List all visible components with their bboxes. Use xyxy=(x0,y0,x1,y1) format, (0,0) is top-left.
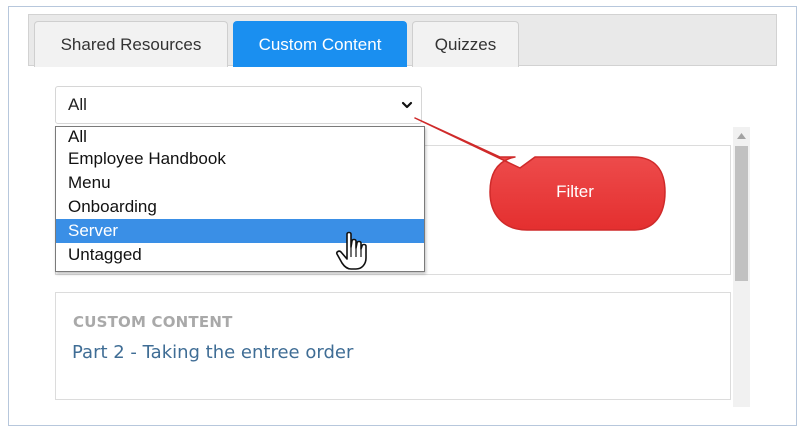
option-onboarding[interactable]: Onboarding xyxy=(56,195,424,219)
card-title-link[interactable]: Part 2 - Taking the entree order xyxy=(72,342,353,363)
filter-select-value: All xyxy=(68,95,87,114)
option-all[interactable]: All xyxy=(56,127,424,147)
option-employee-handbook[interactable]: Employee Handbook xyxy=(56,147,424,171)
content-card-2[interactable]: CUSTOM CONTENT Part 2 - Taking the entre… xyxy=(55,292,731,400)
option-menu[interactable]: Menu xyxy=(56,171,424,195)
filter-callout xyxy=(414,117,666,231)
callout-label: Filter xyxy=(556,182,594,201)
scroll-up-arrow-icon[interactable] xyxy=(733,127,750,144)
tab-custom-content[interactable]: Custom Content xyxy=(233,21,407,67)
hand-pointer-icon xyxy=(336,231,367,270)
scrollbar[interactable] xyxy=(733,127,750,407)
card-category: CUSTOM CONTENT xyxy=(73,313,233,331)
scrollbar-thumb[interactable] xyxy=(735,146,748,281)
filter-select[interactable]: All xyxy=(55,86,422,124)
tab-shared-resources[interactable]: Shared Resources xyxy=(34,21,228,67)
tab-quizzes[interactable]: Quizzes xyxy=(412,21,519,67)
